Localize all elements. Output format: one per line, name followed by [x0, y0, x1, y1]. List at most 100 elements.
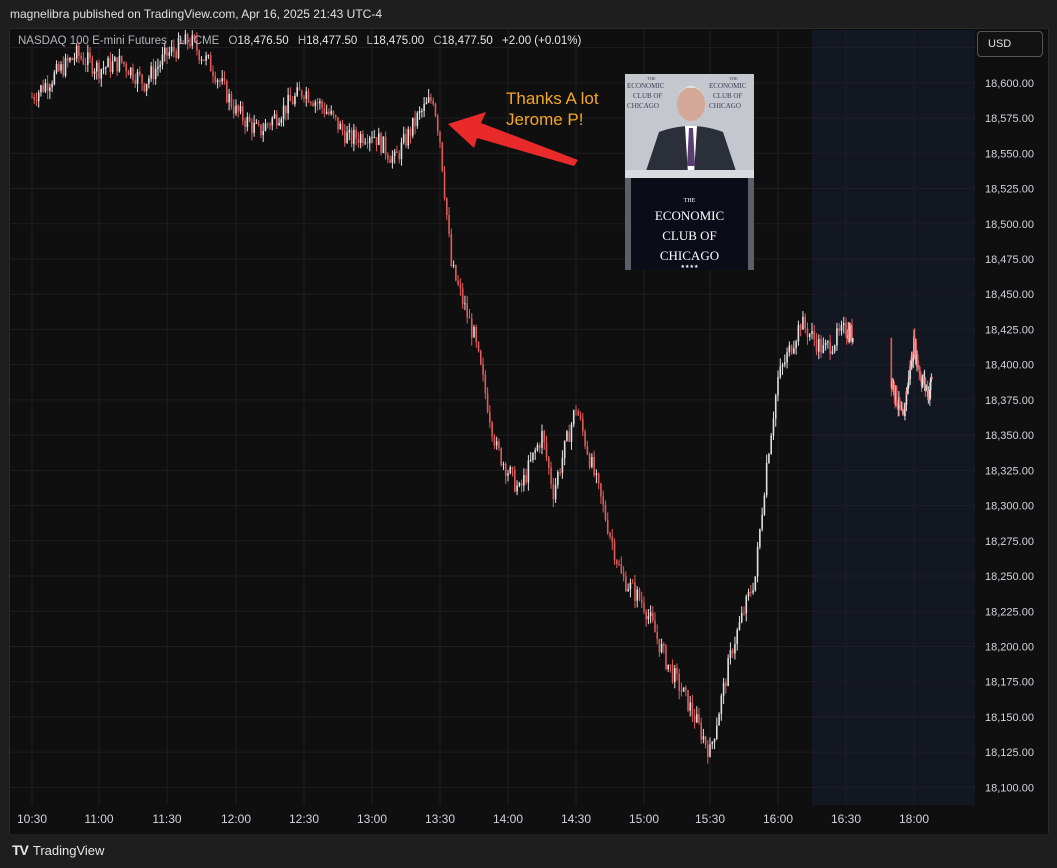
candle-body — [788, 345, 791, 353]
x-tick-label: 12:30 — [289, 812, 319, 826]
candle-body — [611, 536, 614, 542]
candle-body — [509, 467, 512, 474]
candle-body — [409, 129, 412, 136]
candle-body — [332, 111, 335, 115]
candle-body — [251, 121, 253, 133]
candle-body — [434, 103, 437, 117]
candle-body — [143, 83, 146, 92]
candle-body — [150, 66, 152, 79]
candle-body — [795, 341, 797, 349]
y-tick-label: 18,200.00 — [985, 641, 1034, 653]
candle-body — [89, 52, 91, 59]
candle-body — [616, 560, 618, 565]
svg-text:CHICAGO: CHICAGO — [660, 248, 719, 263]
candle-body — [248, 116, 251, 122]
candle-body — [716, 725, 718, 739]
candle-body — [595, 473, 598, 476]
candle-body — [118, 55, 121, 72]
tradingview-mark-icon: TV — [12, 842, 29, 858]
candle-body — [321, 101, 323, 108]
candle-body — [412, 117, 414, 136]
candle-body — [698, 714, 700, 723]
y-tick-label: 18,100.00 — [985, 782, 1034, 794]
candles — [31, 29, 933, 764]
x-tick-label: 16:00 — [763, 812, 793, 826]
candle-body — [931, 377, 933, 379]
candle-body — [482, 364, 484, 375]
candle-body — [763, 495, 766, 515]
high-value: 18,477.50 — [306, 35, 358, 47]
candle-body — [78, 45, 80, 57]
candle-body — [559, 472, 561, 474]
candle-body — [436, 116, 439, 132]
candle-body — [407, 129, 410, 146]
candle-body — [71, 57, 73, 60]
candle-body — [725, 682, 727, 686]
candle-body — [548, 457, 550, 468]
candle-body — [58, 64, 60, 71]
svg-text:CHICAGO: CHICAGO — [627, 102, 659, 110]
candle-body — [82, 58, 85, 65]
y-tick-label: 18,475.00 — [985, 254, 1034, 266]
tradingview-logo[interactable]: TV TradingView — [12, 842, 104, 858]
y-tick-label: 18,425.00 — [985, 324, 1034, 336]
candle-body — [600, 483, 602, 497]
candle-body — [212, 71, 214, 77]
candle-body — [500, 448, 502, 466]
candle-body — [652, 612, 654, 621]
candle-body — [393, 151, 396, 157]
candle-body — [534, 450, 536, 453]
candle-body — [577, 411, 580, 416]
candle-body — [625, 576, 627, 591]
candle-body — [132, 67, 134, 80]
candle-body — [452, 264, 455, 266]
candle-body — [779, 366, 782, 377]
candle-body — [391, 156, 394, 163]
candle-body — [667, 664, 669, 670]
candle-body — [669, 664, 672, 666]
candle-body — [572, 410, 575, 425]
candle-body — [69, 57, 71, 62]
candle-body — [484, 374, 487, 394]
candle-body — [337, 117, 339, 130]
y-tick-label: 18,500.00 — [985, 219, 1034, 231]
candle-body — [566, 431, 568, 441]
candle-body — [37, 92, 40, 102]
y-tick-label: 18,150.00 — [985, 712, 1034, 724]
svg-text:ECONOMIC: ECONOMIC — [627, 82, 665, 90]
symbol-legend[interactable]: NASDAQ 100 E-mini Futures · 1 · CME O18,… — [18, 35, 581, 47]
candle-body — [271, 118, 274, 126]
candle-body — [713, 738, 716, 743]
candle-body — [123, 61, 125, 65]
candle-body — [285, 105, 287, 114]
candle-body — [720, 695, 723, 714]
candle-body — [654, 620, 656, 633]
candle-body — [813, 331, 816, 340]
svg-text:ECONOMIC: ECONOMIC — [655, 208, 724, 223]
currency-button[interactable]: USD — [977, 31, 1043, 57]
candle-body — [504, 463, 507, 476]
candle-body — [895, 386, 898, 405]
candle-body — [461, 288, 464, 305]
candle-body — [514, 469, 516, 492]
x-tick-label: 15:30 — [695, 812, 725, 826]
candle-body — [348, 130, 351, 133]
annotation-text[interactable]: Thanks A lot Jerome P! — [506, 88, 599, 130]
candle-body — [145, 83, 148, 92]
candle-body — [808, 333, 811, 337]
candle-body — [260, 124, 262, 136]
candle-body — [459, 284, 462, 289]
candle-body — [232, 106, 235, 114]
candle-body — [341, 123, 344, 131]
candle-body — [423, 104, 425, 111]
candle-body — [629, 582, 632, 590]
candle-body — [480, 350, 482, 365]
candle-body — [455, 264, 457, 281]
price-chart[interactable]: 18,100.00 18,125.00 18,150.00 18,175.00 18,2… — [0, 0, 1057, 868]
candle-body — [495, 441, 498, 446]
candle-body — [568, 431, 570, 442]
candle-body — [209, 55, 212, 72]
candle-body — [214, 76, 217, 83]
candle-body — [323, 107, 326, 114]
y-tick-label: 18,600.00 — [985, 78, 1034, 90]
